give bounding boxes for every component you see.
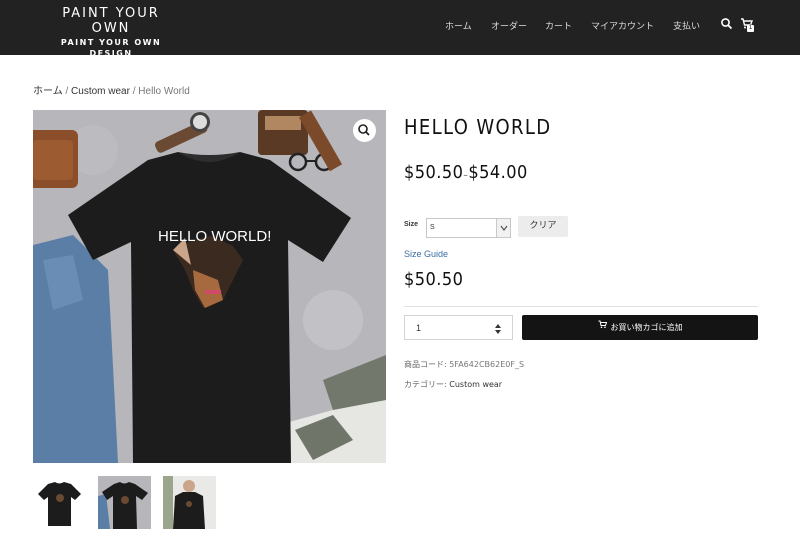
- logo-line1: PAINT YOUR: [62, 6, 160, 21]
- sku-line: 商品コード: 5FA642CB62E0F_S: [404, 359, 524, 370]
- zoom-button[interactable]: [353, 119, 376, 142]
- category-label: カテゴリー:: [404, 380, 447, 389]
- breadcrumb-separator: /: [132, 86, 136, 97]
- sku-value: 5FA642CB62E0F_S: [449, 360, 525, 369]
- quantity-input[interactable]: 1: [404, 315, 513, 340]
- breadcrumb-separator: /: [65, 86, 69, 97]
- category-link[interactable]: Custom wear: [449, 380, 502, 389]
- sku-label: 商品コード:: [404, 360, 447, 369]
- cart-icon: [598, 314, 607, 339]
- thumbnail-3[interactable]: [163, 476, 216, 529]
- chevron-down-icon: [496, 219, 510, 237]
- nav-cart[interactable]: カート: [545, 19, 572, 32]
- nav-my-account[interactable]: マイアカウント: [591, 19, 654, 32]
- price-range: $50.50–$54.00: [404, 162, 528, 183]
- product-title: HELLO WORLD: [404, 115, 552, 139]
- shirt-print-text: HELLO WORLD!: [158, 228, 271, 245]
- nav-order[interactable]: オーダー: [491, 19, 527, 32]
- clear-button[interactable]: クリア: [518, 216, 568, 237]
- size-select[interactable]: S: [426, 218, 511, 238]
- magnifier-icon: [358, 124, 370, 136]
- product-main-image[interactable]: HELLO WORLD!: [33, 110, 386, 463]
- add-to-cart-button[interactable]: お買い物カゴに追加: [522, 315, 758, 340]
- breadcrumb-category[interactable]: Custom wear: [71, 86, 130, 97]
- divider: [404, 306, 758, 307]
- thumbnail-2[interactable]: [98, 476, 151, 529]
- logo-line2: OWN: [91, 21, 131, 36]
- size-select-value: S: [430, 224, 435, 231]
- category-line: カテゴリー: Custom wear: [404, 379, 502, 390]
- breadcrumb: ホーム / Custom wear / Hello World: [33, 82, 190, 97]
- search-icon[interactable]: [720, 17, 734, 31]
- quantity-stepper-icon[interactable]: [494, 322, 502, 334]
- selected-price: $50.50: [404, 269, 464, 290]
- price-max: $54.00: [468, 162, 528, 183]
- site-header: PAINT YOUR OWN PAINT YOUR OWN DESIGN ホーム…: [0, 0, 800, 58]
- nav-home[interactable]: ホーム: [445, 19, 472, 32]
- thumbnail-1[interactable]: [33, 476, 86, 529]
- breadcrumb-home[interactable]: ホーム: [33, 86, 63, 97]
- price-min: $50.50: [404, 162, 464, 183]
- size-label: Size: [404, 221, 419, 228]
- site-logo[interactable]: PAINT YOUR OWN PAINT YOUR OWN DESIGN: [46, 6, 176, 59]
- size-guide-link[interactable]: Size Guide: [404, 249, 448, 259]
- breadcrumb-current: Hello World: [138, 86, 190, 97]
- add-to-cart-label: お買い物カゴに追加: [610, 323, 683, 332]
- logo-tagline: PAINT YOUR OWN DESIGN: [60, 38, 162, 58]
- quantity-value: 1: [416, 323, 422, 333]
- cart-count-badge: 1: [747, 25, 754, 32]
- nav-payment[interactable]: 支払い: [673, 19, 700, 32]
